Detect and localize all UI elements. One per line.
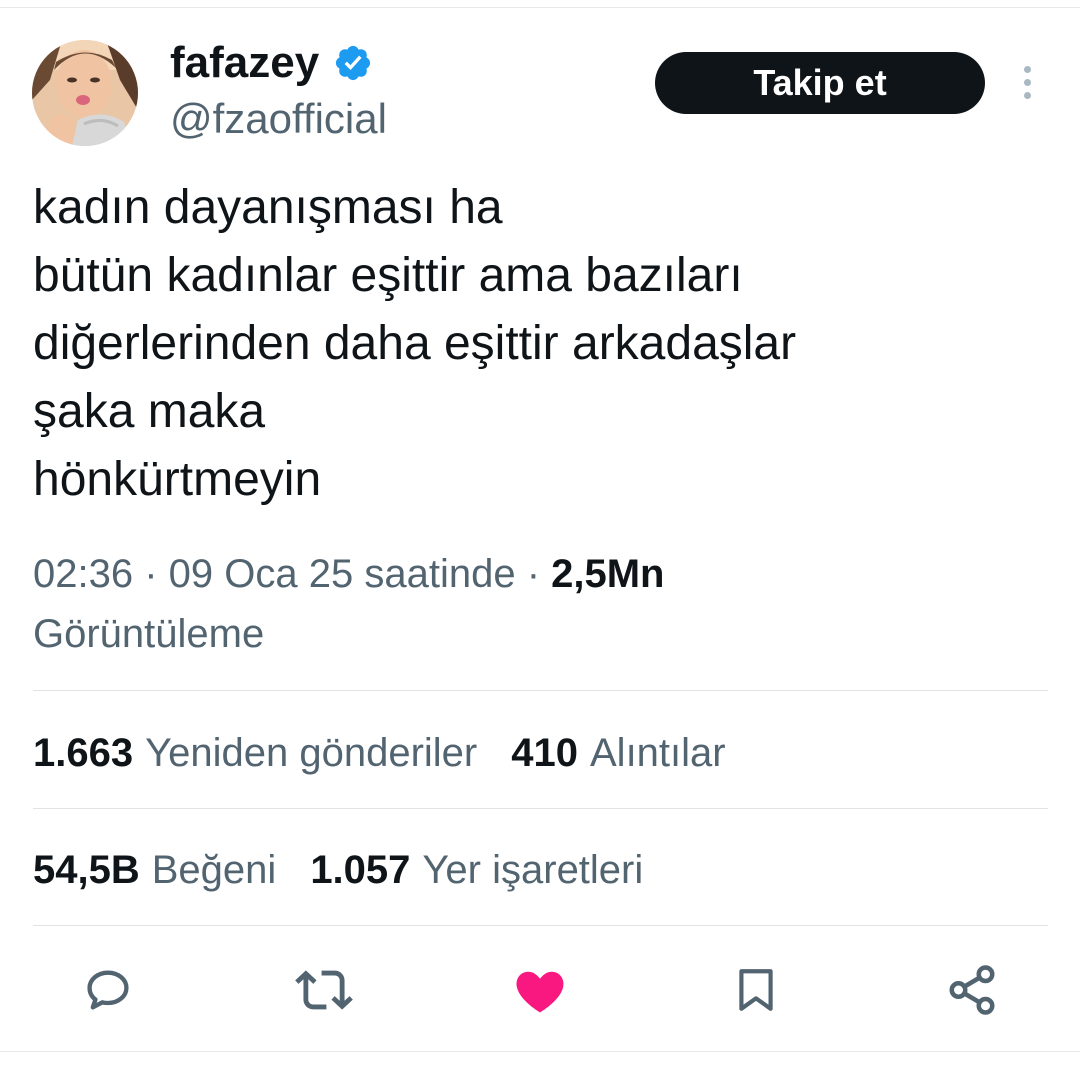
bookmark-label: Yer işaretleri (422, 848, 644, 892)
meta-separator: · (133, 552, 169, 596)
view-count-label: Görüntüleme (33, 612, 265, 656)
display-name[interactable]: fafazey (170, 38, 373, 88)
top-divider (0, 7, 1080, 8)
bookmark-count: 1.057 (310, 848, 411, 892)
like-label: Beğeni (151, 848, 277, 892)
avatar[interactable] (32, 40, 138, 146)
tweet-line: şaka maka (33, 385, 266, 438)
reply-icon (87, 970, 129, 1010)
divider (33, 690, 1048, 691)
action-bar (0, 958, 1080, 1022)
like-count-stat[interactable]: 54,5B Beğeni (33, 845, 276, 895)
like-button[interactable] (508, 958, 572, 1022)
bookmark-button[interactable] (724, 958, 788, 1022)
share-nodes-icon (949, 965, 995, 1015)
quote-count-stat[interactable]: 410 Alıntılar (511, 728, 725, 778)
follow-button[interactable]: Takip et (655, 52, 985, 114)
divider (33, 925, 1048, 926)
stats-row-reposts: 1.663 Yeniden gönderiler 410 Alıntılar (33, 728, 760, 778)
tweet-text: kadın dayanışması ha bütün kadınlar eşit… (33, 174, 1043, 514)
tweet-line: diğerlerinden daha eşittir arkadaşlar (33, 317, 797, 370)
reply-button[interactable] (76, 958, 140, 1022)
quote-label: Alıntılar (590, 731, 726, 775)
tweet-line: hönkürtmeyin (33, 453, 322, 506)
tweet-date[interactable]: 09 Oca 25 saatinde (169, 552, 516, 596)
tweet-time[interactable]: 02:36 (33, 552, 133, 596)
tweet-line: bütün kadınlar eşittir ama bazıları (33, 249, 743, 302)
more-dot-icon (1023, 78, 1031, 86)
like-count: 54,5B (33, 848, 140, 892)
tweet-line: kadın dayanışması ha (33, 181, 503, 234)
retweet-label: Yeniden gönderiler (145, 731, 478, 775)
bottom-divider (0, 1051, 1080, 1052)
heart-filled-icon (516, 971, 564, 1013)
share-button[interactable] (940, 958, 1004, 1022)
meta-separator: · (515, 552, 552, 596)
retweet-count: 1.663 (33, 731, 134, 775)
bookmark-count-stat[interactable]: 1.057 Yer işaretleri (310, 845, 643, 895)
retweet-button[interactable] (292, 958, 356, 1022)
user-handle[interactable]: @fzaofficial (170, 94, 387, 144)
bookmark-icon (739, 969, 773, 1011)
view-count: 2,5Mn (551, 552, 665, 596)
more-dot-icon (1023, 65, 1031, 73)
display-name-text: fafazey (170, 38, 320, 87)
profile-photo-icon (32, 40, 138, 146)
stats-row-likes: 54,5B Beğeni 1.057 Yer işaretleri (33, 845, 677, 895)
divider (33, 808, 1048, 809)
tweet-meta: 02:36 · 09 Oca 25 saatinde · 2,5Mn Görün… (33, 544, 1043, 664)
more-dot-icon (1023, 91, 1031, 99)
verified-badge-icon (333, 43, 373, 83)
more-options-button[interactable] (1010, 62, 1044, 102)
retweet-icon (295, 970, 353, 1010)
quote-count: 410 (511, 731, 578, 775)
retweet-count-stat[interactable]: 1.663 Yeniden gönderiler (33, 728, 477, 778)
